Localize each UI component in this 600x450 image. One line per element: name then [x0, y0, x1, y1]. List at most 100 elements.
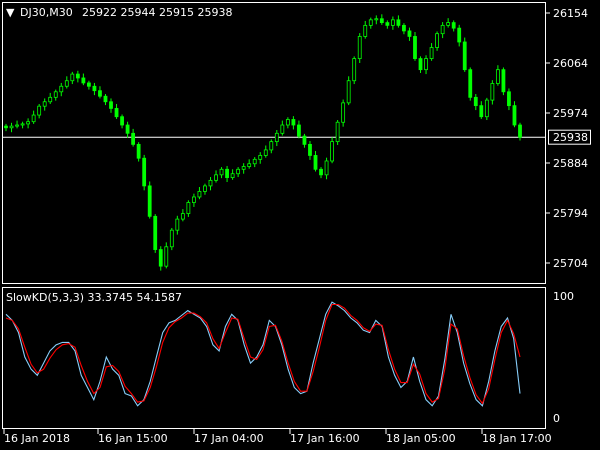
candle-body	[285, 119, 290, 126]
candle-body	[136, 143, 141, 159]
candle-body	[363, 24, 368, 37]
candle-body	[374, 18, 379, 21]
current-price-label: 25938	[553, 131, 588, 144]
candle-body	[48, 96, 53, 103]
candle-body	[402, 24, 406, 32]
candle-body	[457, 27, 462, 43]
candle-body	[274, 132, 279, 143]
candle-body	[424, 58, 428, 71]
candle-body	[512, 105, 517, 126]
time-tick: 17 Jan 04:00	[194, 432, 264, 445]
candle-body	[390, 19, 395, 26]
candle-body	[413, 36, 417, 59]
candle-body	[87, 82, 91, 87]
candle-body	[379, 18, 384, 24]
candle-body	[368, 19, 373, 26]
candle-body	[468, 69, 473, 98]
price-tick: 25884	[553, 157, 588, 170]
candle-body	[142, 157, 147, 187]
candle-body	[335, 121, 340, 143]
candle-body	[92, 85, 97, 92]
candle-body	[435, 33, 439, 48]
candle-body	[346, 80, 351, 104]
time-tick: 17 Jan 16:00	[290, 432, 360, 445]
candle-body	[169, 229, 174, 248]
candle-body	[495, 69, 500, 84]
candle-body	[490, 83, 495, 101]
candle-body	[297, 124, 301, 137]
candle-body	[15, 124, 19, 127]
candle-body	[64, 80, 69, 87]
candle-body	[20, 123, 25, 126]
price-chart[interactable]: ▼ DJ30,M30 25922 25944 25915 25938 SlowK…	[0, 0, 600, 450]
symbol-label: DJ30,M30	[20, 6, 73, 19]
candle-body	[120, 116, 124, 126]
price-tick: 26064	[553, 57, 588, 70]
candle-body	[125, 124, 130, 134]
candle-body	[330, 141, 334, 162]
candle-body	[357, 36, 362, 59]
candle-body	[518, 124, 522, 138]
candle-body	[208, 179, 213, 187]
candle-body	[70, 73, 75, 82]
candle-body	[197, 191, 202, 198]
candle-body	[308, 143, 312, 156]
symbol-dropdown-icon[interactable]: ▼	[6, 6, 15, 19]
price-tick: 25974	[553, 107, 588, 120]
candle-body	[81, 77, 86, 84]
candle-body	[175, 218, 180, 231]
candle-body	[109, 101, 113, 109]
candle-body	[153, 215, 158, 250]
candle-body	[203, 185, 207, 192]
candle-body	[479, 105, 484, 118]
candle-body	[418, 58, 423, 71]
candle-body	[462, 41, 467, 71]
candle-body	[507, 91, 511, 107]
indicator-axis: 100 0	[553, 290, 574, 425]
stoch-signal-line	[5, 303, 521, 405]
candle-body	[147, 185, 152, 217]
stoch-main-line	[5, 301, 521, 407]
candle-body	[247, 163, 252, 167]
candle-body	[230, 173, 235, 178]
price-tick: 25794	[553, 207, 588, 220]
candle-body	[291, 119, 296, 126]
candle-body	[341, 102, 346, 123]
candle-body	[252, 158, 257, 165]
candle-body	[280, 124, 285, 134]
candle-body	[131, 132, 136, 145]
candle-body	[241, 166, 246, 170]
candle-body	[501, 69, 506, 93]
candle-body	[75, 73, 80, 79]
indicator-tick: 0	[553, 412, 560, 425]
ohlc-values: 25922 25944 25915 25938	[82, 6, 232, 19]
candle-body	[26, 121, 31, 125]
candle-body	[429, 47, 434, 59]
candle-body	[31, 114, 36, 123]
candle-body	[313, 155, 318, 170]
time-tick: 18 Jan 17:00	[482, 432, 552, 445]
candle-body	[114, 108, 119, 118]
candle-body	[37, 105, 42, 116]
candle-body	[269, 141, 274, 151]
candle-body	[103, 95, 108, 103]
candle-body	[440, 24, 445, 35]
time-tick: 16 Jan 15:00	[98, 432, 168, 445]
candle-body	[352, 58, 357, 82]
candle-body	[180, 213, 185, 220]
candle-body	[473, 96, 478, 107]
candle-body	[59, 85, 64, 93]
candles	[4, 14, 522, 271]
current-price-badge: 25938	[548, 129, 591, 145]
candle-body	[446, 22, 451, 26]
candle-body	[42, 101, 47, 107]
candle-body	[192, 196, 196, 203]
candle-body	[98, 90, 102, 97]
candle-body	[407, 30, 412, 37]
time-tick: 18 Jan 05:00	[386, 432, 456, 445]
time-axis: 16 Jan 2018 16 Jan 15:00 17 Jan 04:00 17…	[3, 429, 552, 445]
candle-body	[451, 22, 456, 29]
candle-body	[4, 125, 8, 129]
indicator-tick: 100	[553, 290, 574, 303]
candle-body	[484, 99, 489, 118]
